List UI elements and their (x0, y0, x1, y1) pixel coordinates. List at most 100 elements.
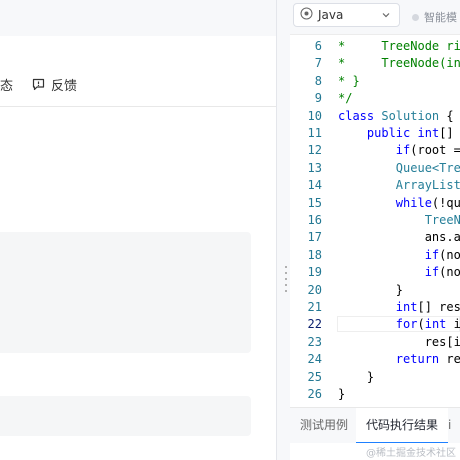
code-line[interactable]: 21 int[] res (290, 299, 460, 316)
code-line[interactable]: 16 TreeNo (290, 212, 460, 229)
code-token: (noc (439, 247, 460, 262)
code-token: [] l (439, 126, 454, 140)
code-token: res[i] (338, 334, 460, 349)
code-line[interactable]: 8 * } (290, 73, 460, 90)
line-number: 26 (307, 387, 322, 401)
code-line[interactable]: 24 return res (290, 351, 460, 368)
line-number: 23 (307, 334, 322, 349)
code-line[interactable]: 18 if(noc (290, 247, 460, 264)
code-text: while(!que (338, 195, 460, 212)
resize-splitter[interactable] (277, 0, 290, 460)
line-number: 16 (307, 213, 322, 227)
code-token: ans.ad (338, 230, 460, 245)
line-number: 18 (307, 247, 322, 262)
line-number: 25 (307, 369, 322, 384)
code-line[interactable]: 7 * TreeNode(in (290, 55, 460, 72)
line-number: 19 (307, 265, 322, 280)
code-token: { (439, 108, 454, 123)
line-number: 22 (307, 317, 322, 332)
content-block-2 (0, 396, 251, 436)
code-text: for(int i= (338, 316, 460, 333)
code-line[interactable]: 22 for(int i= (290, 316, 460, 333)
editor-toolbar: Java 智能模 (290, 0, 460, 35)
smart-mode-label: 智能模 (424, 11, 457, 24)
problem-header-bar (0, 0, 276, 36)
code-text: ans.ad (338, 229, 460, 246)
code-token: int (417, 126, 440, 140)
code-token: Queue<Tree (395, 160, 460, 175)
code-line[interactable]: 15 while(!que (290, 195, 460, 212)
line-number: 15 (307, 195, 322, 210)
code-text: } (338, 369, 374, 386)
code-token: public (366, 126, 411, 140)
code-token: res (446, 352, 460, 367)
language-select[interactable]: Java (293, 3, 400, 27)
line-number: 14 (307, 178, 322, 193)
result-tabs: 测试用例 代码执行结果 i (290, 407, 460, 444)
code-text: */ (338, 90, 352, 107)
code-text: Queue<Tree (338, 160, 460, 177)
line-number: 20 (307, 282, 322, 297)
code-line[interactable]: 19 if(noc (290, 264, 460, 281)
code-token: (root == (410, 143, 460, 158)
language-label: Java (318, 8, 344, 22)
code-token: if (424, 247, 440, 262)
line-number: 7 (314, 56, 322, 71)
code-area[interactable]: 6 * TreeNode ri 7 * TreeNode(in 8 * } 9 */ 10 cla… (290, 36, 460, 407)
code-text: } (338, 282, 403, 299)
code-text: int[] res (338, 299, 460, 316)
tab-more[interactable]: i (448, 408, 451, 444)
code-text: class Solution { (338, 108, 454, 125)
code-text: if(root == (338, 142, 460, 159)
code-line[interactable]: 23 res[i] (290, 334, 460, 351)
code-token: ( (417, 317, 425, 332)
chevron-down-icon (381, 9, 391, 23)
code-line[interactable]: 26} (290, 386, 460, 403)
code-token: } (338, 387, 346, 401)
divider (0, 106, 276, 107)
code-line[interactable]: 9 */ (290, 90, 460, 107)
code-text: * TreeNode ri (338, 38, 460, 55)
code-text: public int[] l (338, 125, 460, 142)
line-number: 12 (307, 143, 322, 158)
code-text: } (338, 386, 345, 403)
code-line[interactable]: 13 Queue<Tree (290, 160, 460, 177)
code-editor-panel: Java 智能模 6 * TreeNode ri 7 * TreeNode(in 8 * … (290, 0, 460, 460)
code-token: * TreeNode(in (338, 56, 460, 71)
code-token: int (395, 300, 418, 314)
code-token: [] res (417, 300, 460, 314)
tab-run-result[interactable]: 代码执行结果 (356, 408, 449, 444)
code-line[interactable]: 11 public int[] l (290, 125, 460, 142)
problem-panel: 态 反馈 (0, 0, 276, 460)
code-token: } (338, 369, 375, 384)
code-line[interactable]: 25 } (290, 369, 460, 386)
feedback-button[interactable]: 反馈 (32, 75, 77, 94)
smart-mode-toggle[interactable]: 智能模 (412, 9, 457, 25)
code-token: return (395, 352, 440, 367)
status-tab-fragment[interactable]: 态 (0, 75, 13, 94)
drag-handle-icon[interactable] (285, 266, 287, 296)
code-token: int (424, 317, 447, 332)
code-line[interactable]: 20 } (290, 282, 460, 299)
code-token: (!que (431, 195, 460, 210)
code-token: */ (338, 91, 353, 106)
language-icon (300, 7, 318, 23)
code-token: class (338, 108, 375, 123)
code-line[interactable]: 17 ans.ad (290, 229, 460, 246)
code-line[interactable]: 12 if(root == (290, 142, 460, 159)
line-number: 8 (314, 73, 322, 88)
code-line[interactable]: 14 ArrayList< (290, 177, 460, 194)
toggle-dot-icon (412, 13, 419, 21)
line-number: 13 (307, 160, 322, 175)
code-line[interactable]: 6 * TreeNode ri (290, 38, 460, 55)
tab-test-cases[interactable]: 测试用例 (300, 408, 348, 444)
feedback-icon (32, 78, 45, 91)
code-line[interactable]: 10 class Solution { (290, 108, 460, 125)
